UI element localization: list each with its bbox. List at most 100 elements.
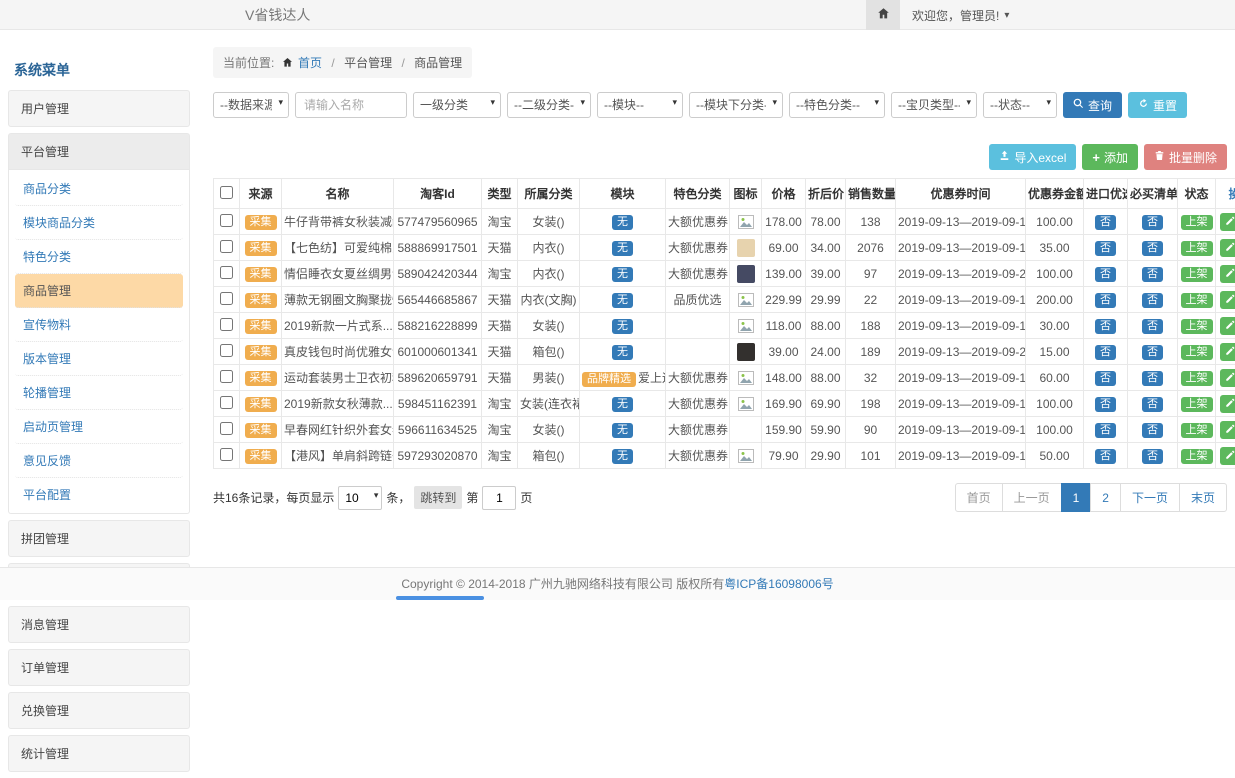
sidebar-subitem-宣传物料[interactable]: 宣传物料 <box>15 308 183 342</box>
imported-toggle-badge[interactable]: 否 <box>1095 371 1116 386</box>
sidebar-item-兑换管理[interactable]: 兑换管理 <box>8 692 190 729</box>
source-cell: 采集 <box>240 417 282 443</box>
edit-button[interactable] <box>1220 291 1235 309</box>
sidebar-subitem-特色分类[interactable]: 特色分类 <box>15 240 183 274</box>
must-buy-toggle-badge[interactable]: 否 <box>1142 241 1163 256</box>
status-badge[interactable]: 上架 <box>1181 397 1213 412</box>
filter-select-3[interactable]: --模块-- <box>597 92 683 118</box>
row-checkbox[interactable] <box>220 422 233 435</box>
import-excel-button[interactable]: 导入excel <box>989 144 1076 170</box>
sidebar-item-拼团管理[interactable]: 拼团管理 <box>8 520 190 557</box>
imported-toggle-badge[interactable]: 否 <box>1095 215 1116 230</box>
filter-select-4[interactable]: --模块下分类-- <box>689 92 783 118</box>
filter-select-2[interactable]: --二级分类-- <box>507 92 591 118</box>
edit-button[interactable] <box>1220 213 1235 231</box>
edit-button[interactable] <box>1220 369 1235 387</box>
filter-select-6[interactable]: --宝贝类型-- <box>891 92 977 118</box>
page-button-上一页[interactable]: 上一页 <box>1002 483 1062 512</box>
status-badge[interactable]: 上架 <box>1181 267 1213 282</box>
imported-toggle-badge[interactable]: 否 <box>1095 319 1116 334</box>
sidebar-item-user-management[interactable]: 用户管理 <box>8 90 190 127</box>
page-button-末页[interactable]: 末页 <box>1179 483 1227 512</box>
status-badge[interactable]: 上架 <box>1181 371 1213 386</box>
sidebar-item-platform-management[interactable]: 平台管理 <box>8 133 190 170</box>
filter-select-0[interactable]: --数据来源-- <box>213 92 289 118</box>
per-page-select[interactable]: 10 <box>338 486 382 510</box>
breadcrumb-home-link[interactable]: 首页 <box>298 56 322 70</box>
sidebar-item-订单管理[interactable]: 订单管理 <box>8 649 190 686</box>
row-checkbox[interactable] <box>220 370 233 383</box>
imported-toggle-badge[interactable]: 否 <box>1095 397 1116 412</box>
page-button-2[interactable]: 2 <box>1090 483 1121 512</box>
imported-toggle-badge[interactable]: 否 <box>1095 267 1116 282</box>
sidebar-item-消息管理[interactable]: 消息管理 <box>8 606 190 643</box>
sidebar-subitem-版本管理[interactable]: 版本管理 <box>15 342 183 376</box>
search-button[interactable]: 查询 <box>1063 92 1122 118</box>
edit-button[interactable] <box>1220 239 1235 257</box>
home-button[interactable] <box>866 0 900 30</box>
reset-button[interactable]: 重置 <box>1128 92 1187 118</box>
filter-select-7[interactable]: --状态-- <box>983 92 1057 118</box>
must-buy-toggle-badge[interactable]: 否 <box>1142 449 1163 464</box>
sidebar-subitem-轮播管理[interactable]: 轮播管理 <box>15 376 183 410</box>
row-checkbox[interactable] <box>220 344 233 357</box>
row-checkbox[interactable] <box>220 396 233 409</box>
taoke-id-cell: 589620659791 <box>394 365 482 391</box>
page-button-下一页[interactable]: 下一页 <box>1120 483 1180 512</box>
edit-button[interactable] <box>1220 395 1235 413</box>
sidebar-subitem-平台配置[interactable]: 平台配置 <box>15 478 183 511</box>
name-search-input[interactable] <box>295 92 407 118</box>
sidebar-subitem-意见反馈[interactable]: 意见反馈 <box>15 444 183 478</box>
status-badge[interactable]: 上架 <box>1181 215 1213 230</box>
row-checkbox[interactable] <box>220 266 233 279</box>
sidebar-subitem-模块商品分类[interactable]: 模块商品分类 <box>15 206 183 240</box>
edit-button[interactable] <box>1220 317 1235 335</box>
filter-select-5[interactable]: --特色分类-- <box>789 92 885 118</box>
must-buy-toggle-badge[interactable]: 否 <box>1142 345 1163 360</box>
must-buy-toggle-badge[interactable]: 否 <box>1142 267 1163 282</box>
edit-button[interactable] <box>1220 265 1235 283</box>
select-all-checkbox[interactable] <box>220 186 233 199</box>
coupon-amount-cell: 100.00 <box>1026 261 1084 287</box>
must-buy-toggle-badge[interactable]: 否 <box>1142 423 1163 438</box>
row-checkbox[interactable] <box>220 214 233 227</box>
icp-link[interactable]: 粤ICP备16098006号 <box>724 577 833 591</box>
edit-button[interactable] <box>1220 447 1235 465</box>
page-button-1[interactable]: 1 <box>1061 483 1092 512</box>
page-number-input[interactable] <box>482 486 516 510</box>
imported-toggle-badge[interactable]: 否 <box>1095 423 1116 438</box>
row-checkbox[interactable] <box>220 448 233 461</box>
edit-button[interactable] <box>1220 343 1235 361</box>
row-checkbox[interactable] <box>220 240 233 253</box>
filter-select-1[interactable]: 一级分类 <box>413 92 501 118</box>
sidebar-subitem-启动页管理[interactable]: 启动页管理 <box>15 410 183 444</box>
must-buy-toggle-badge[interactable]: 否 <box>1142 215 1163 230</box>
status-badge[interactable]: 上架 <box>1181 241 1213 256</box>
must-buy-toggle-badge[interactable]: 否 <box>1142 293 1163 308</box>
must-buy-toggle-badge[interactable]: 否 <box>1142 319 1163 334</box>
add-button[interactable]: + 添加 <box>1082 144 1138 170</box>
must-buy-toggle-badge[interactable]: 否 <box>1142 371 1163 386</box>
user-menu[interactable]: 欢迎您，管理员! ▾ <box>900 0 1021 30</box>
imported-toggle-badge[interactable]: 否 <box>1095 241 1116 256</box>
row-checkbox[interactable] <box>220 318 233 331</box>
status-badge[interactable]: 上架 <box>1181 449 1213 464</box>
batch-delete-button[interactable]: 批量删除 <box>1144 144 1227 170</box>
topbar: V省钱达人 欢迎您，管理员! ▾ <box>0 0 1235 30</box>
imported-toggle-badge[interactable]: 否 <box>1095 449 1116 464</box>
imported-toggle-badge[interactable]: 否 <box>1095 345 1116 360</box>
sidebar-subitem-商品管理[interactable]: 商品管理 <box>15 274 183 308</box>
horizontal-scrollbar-thumb[interactable] <box>396 596 484 600</box>
sidebar-subitem-商品分类[interactable]: 商品分类 <box>15 172 183 206</box>
jump-button[interactable]: 跳转到 <box>414 486 462 509</box>
status-badge[interactable]: 上架 <box>1181 345 1213 360</box>
must-buy-toggle-badge[interactable]: 否 <box>1142 397 1163 412</box>
imported-toggle-badge[interactable]: 否 <box>1095 293 1116 308</box>
page-button-首页[interactable]: 首页 <box>955 483 1003 512</box>
status-badge[interactable]: 上架 <box>1181 293 1213 308</box>
status-badge[interactable]: 上架 <box>1181 319 1213 334</box>
row-checkbox[interactable] <box>220 292 233 305</box>
status-badge[interactable]: 上架 <box>1181 423 1213 438</box>
edit-button[interactable] <box>1220 421 1235 439</box>
sidebar-item-统计管理[interactable]: 统计管理 <box>8 735 190 772</box>
